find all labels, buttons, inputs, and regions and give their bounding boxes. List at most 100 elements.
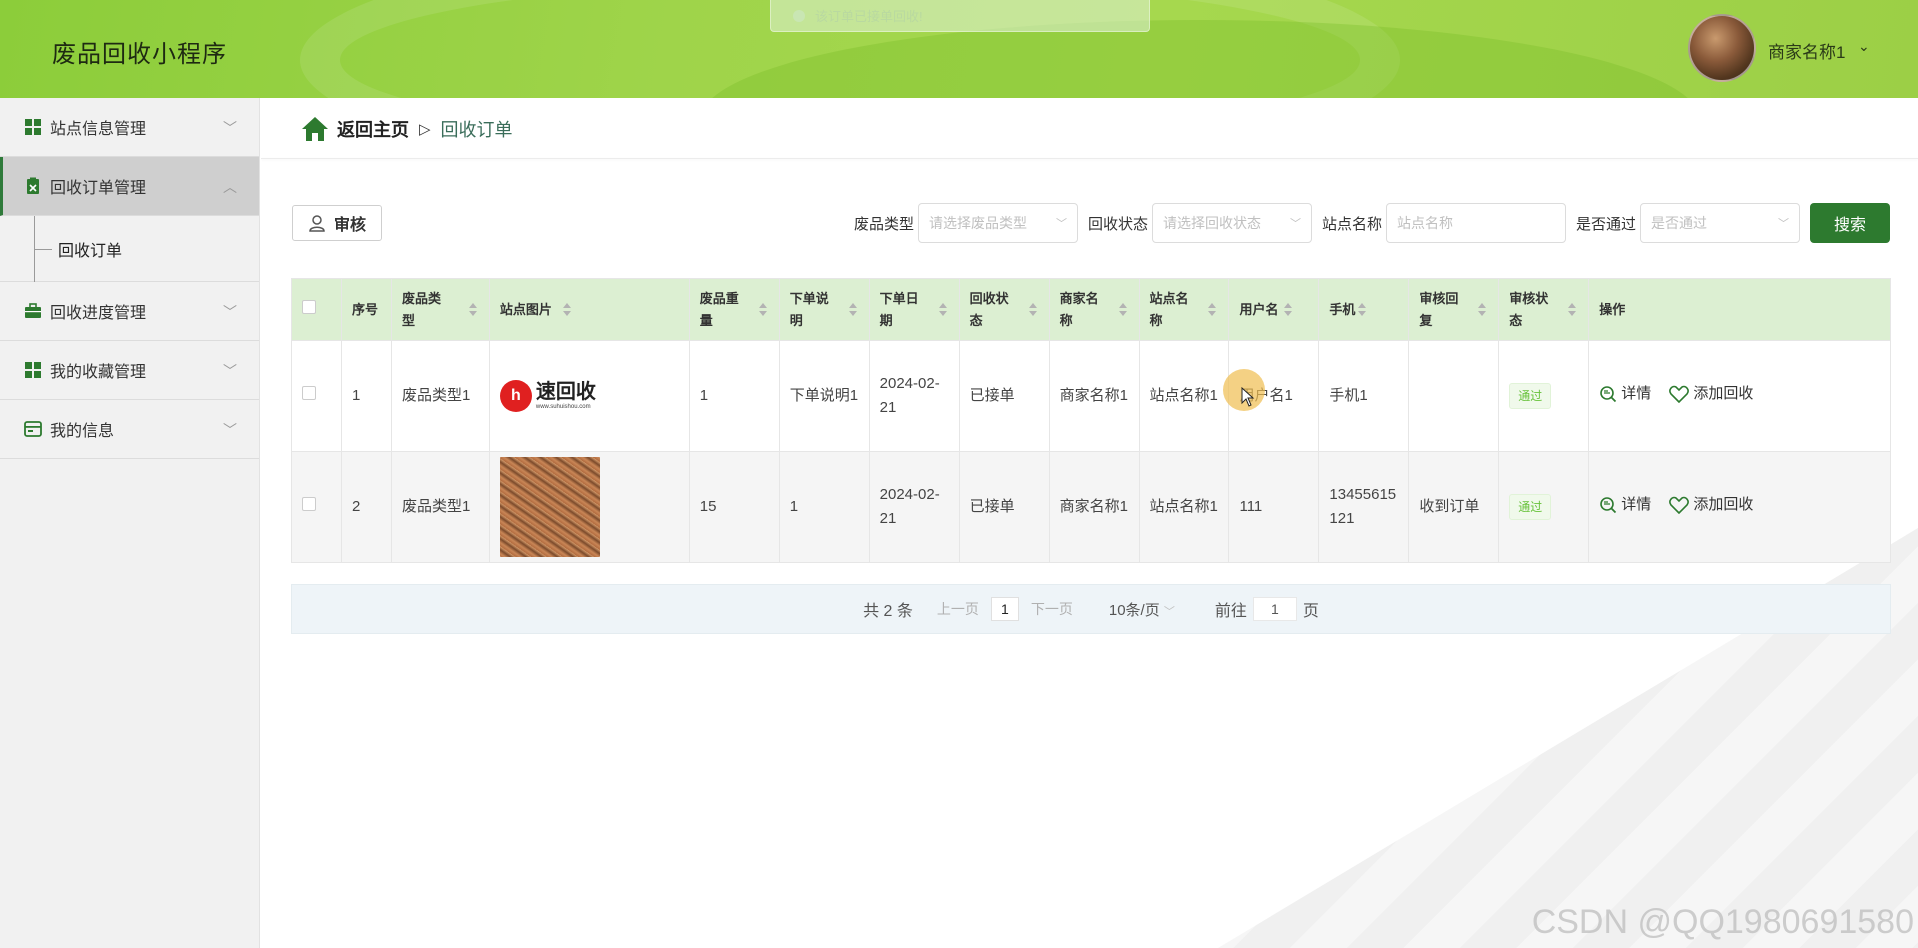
station-input-placeholder: 站点名称 — [1397, 215, 1454, 231]
cell-actions: 详情 添加回收 — [1588, 451, 1891, 563]
station-logo-image[interactable]: h 速回收 www.suhuishou.com — [499, 376, 600, 416]
sidebar-item-orders[interactable]: 回收订单管理 ︿ — [0, 157, 259, 216]
sidebar-item-label: 回收进度管理 — [50, 305, 147, 322]
pass-select[interactable]: 是否通过 ﹀ — [1640, 203, 1801, 243]
page-size-select[interactable]: 10条/页 ﹀ — [1109, 599, 1175, 620]
page-number[interactable]: 1 — [990, 597, 1019, 621]
station-photo-image[interactable] — [499, 457, 600, 557]
add-recycle-button[interactable]: 添加回收 — [1669, 493, 1753, 517]
cell-station: 站点名称1 — [1138, 451, 1230, 563]
table-row: 2 废品类型1 15 1 2024-02-21 已接单 商家名称1 站点名称1 … — [291, 451, 1891, 563]
sidebar: 站点信息管理 ﹀ 回收订单管理 ︿ 回收订单 回收进度管理 ﹀ 我的收藏管理 ﹀… — [0, 98, 260, 948]
pagination-total: 共 2 条 — [863, 603, 913, 620]
column-header[interactable]: 站点图片 — [488, 278, 690, 341]
sort-icon[interactable] — [938, 303, 947, 317]
column-header-label: 废品重量 — [699, 290, 739, 328]
audit-button[interactable]: 审核 — [292, 205, 382, 241]
row-checkbox[interactable] — [302, 386, 316, 400]
column-header-label: 下单说明 — [789, 290, 829, 328]
pagination: 共 2 条 上一页 1 下一页 10条/页 ﹀ 前往 1 页 — [291, 584, 1891, 634]
chevron-down-icon: ﹀ — [223, 120, 237, 136]
select-all-checkbox[interactable] — [302, 299, 316, 314]
detail-button[interactable]: 详情 — [1599, 493, 1651, 517]
filter-station: 站点名称 站点名称 — [1322, 203, 1567, 243]
column-header[interactable]: 商家名称 — [1048, 278, 1140, 341]
sort-icon[interactable] — [468, 303, 477, 317]
column-header-label: 站点名称 — [1149, 290, 1189, 328]
briefcase-icon — [25, 303, 41, 318]
sidebar-item-my-info[interactable]: 我的信息 ﹀ — [0, 400, 259, 459]
sort-icon[interactable] — [1478, 303, 1487, 317]
status-badge: 通过 — [1509, 494, 1552, 520]
cell-date: 2024-02-21 — [868, 451, 960, 563]
column-header[interactable]: 废品类型 — [390, 278, 490, 341]
sort-icon[interactable] — [1208, 303, 1217, 317]
column-header[interactable]: 下单日期 — [868, 278, 960, 341]
column-header[interactable]: 审核状态 — [1498, 278, 1590, 341]
column-header-label: 回收状态 — [969, 290, 1009, 328]
cell-date: 2024-02-21 — [868, 340, 960, 452]
sort-icon[interactable] — [848, 303, 857, 317]
type-select[interactable]: 请选择废品类型 ﹀ — [918, 203, 1079, 243]
filter-status: 回收状态 请选择回收状态 ﹀ — [1088, 203, 1313, 243]
type-select-placeholder: 请选择废品类型 — [929, 215, 1028, 231]
top-header: 废品回收小程序 该订单已接单回收! 商家名称1 ⌄ — [0, 0, 1918, 98]
sort-icon[interactable] — [1358, 303, 1367, 317]
breadcrumb-home-link[interactable]: 返回主页 — [337, 116, 409, 142]
status-badge: 通过 — [1509, 383, 1552, 409]
search-detail-icon — [1600, 385, 1617, 402]
cell-user: 111 — [1228, 451, 1320, 563]
cell-note: 1 — [778, 451, 870, 563]
goto-prefix: 前往 — [1214, 603, 1247, 620]
chevron-down-icon: ﹀ — [1290, 218, 1302, 230]
chevron-down-icon: ﹀ — [1163, 605, 1175, 618]
column-header[interactable]: 废品重量 — [688, 278, 780, 341]
sidebar-item-station-info[interactable]: 站点信息管理 ﹀ — [0, 98, 259, 157]
column-header[interactable]: 用户名 — [1228, 278, 1320, 341]
detail-label: 详情 — [1621, 384, 1652, 402]
cell-merchant: 商家名称1 — [1048, 451, 1140, 563]
avatar[interactable] — [1688, 14, 1756, 82]
sort-icon[interactable] — [562, 303, 571, 317]
detail-button[interactable]: 详情 — [1599, 382, 1651, 406]
cell-phone: 手机1 — [1318, 340, 1410, 452]
column-header[interactable]: 审核回复 — [1408, 278, 1500, 341]
sidebar-subitem-orders[interactable]: 回收订单 — [0, 216, 259, 282]
toast-message: 该订单已接单回收! — [815, 9, 923, 24]
filter-status-label: 回收状态 — [1088, 215, 1149, 233]
detail-label: 详情 — [1621, 495, 1652, 513]
sort-icon[interactable] — [1028, 303, 1037, 317]
column-header[interactable]: 回收状态 — [958, 278, 1050, 341]
goto-page-input[interactable]: 1 — [1252, 597, 1297, 621]
cursor-icon — [1241, 387, 1255, 407]
column-header-label: 操作 — [1599, 301, 1626, 317]
filter-type-label: 废品类型 — [854, 215, 915, 233]
chevron-down-icon[interactable]: ⌄ — [1858, 38, 1870, 55]
column-header[interactable]: 下单说明 — [778, 278, 870, 341]
sidebar-item-progress[interactable]: 回收进度管理 ﹀ — [0, 282, 259, 341]
user-name[interactable]: 商家名称1 — [1768, 38, 1845, 63]
sort-icon[interactable] — [758, 303, 767, 317]
column-header-label: 用户名 — [1239, 301, 1279, 317]
row-select-cell — [291, 451, 342, 563]
watermark: CSDN @QQ1980691580 — [1531, 903, 1914, 941]
orders-table: 序号 废品类型 站点图片 废品重量 下单说明 下单日期 回收状态 商家名称 站点… — [291, 278, 1891, 563]
row-checkbox[interactable] — [302, 497, 316, 511]
add-recycle-button[interactable]: 添加回收 — [1669, 382, 1753, 406]
row-select-cell — [291, 340, 342, 452]
audit-button-label: 审核 — [333, 217, 366, 234]
sort-icon[interactable] — [1284, 303, 1293, 317]
search-button[interactable]: 搜索 — [1810, 203, 1890, 243]
cell-image — [488, 451, 690, 563]
column-header[interactable]: 站点名称 — [1138, 278, 1230, 341]
station-input[interactable]: 站点名称 — [1386, 203, 1567, 243]
home-icon[interactable] — [301, 116, 329, 142]
prev-page-button[interactable]: 上一页 — [937, 599, 979, 619]
column-header-label: 审核回复 — [1419, 290, 1459, 328]
status-select[interactable]: 请选择回收状态 ﹀ — [1152, 203, 1313, 243]
sort-icon[interactable] — [1118, 303, 1127, 317]
sort-icon[interactable] — [1568, 303, 1577, 317]
next-page-button[interactable]: 下一页 — [1031, 599, 1073, 619]
column-header[interactable]: 手机 — [1318, 278, 1410, 341]
sidebar-item-favorites[interactable]: 我的收藏管理 ﹀ — [0, 341, 259, 400]
